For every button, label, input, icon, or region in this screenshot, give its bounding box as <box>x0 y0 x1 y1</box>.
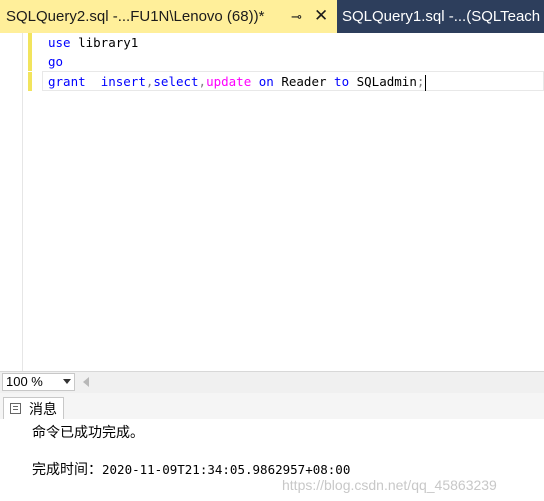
completion-time: 完成时间：2020-11-09T21:34:05.9862957+08:00 <box>32 459 350 479</box>
code-line[interactable]: go <box>48 52 63 72</box>
zoom-value: 100 % <box>6 374 43 389</box>
change-indicator <box>28 33 32 52</box>
zoom-dropdown[interactable]: 100 % <box>2 373 75 391</box>
code-token: go <box>48 54 64 69</box>
code-token: on <box>258 74 274 89</box>
code-token: insert <box>100 74 146 89</box>
query-editor[interactable]: use library1 go grant insert,select,upda… <box>0 33 544 371</box>
close-icon[interactable]: ✕ <box>314 6 328 26</box>
tab-title: SQLQuery2.sql -...FU1N\Lenovo (68))* <box>6 8 265 25</box>
tab-messages[interactable]: 消息 <box>3 397 64 419</box>
code-token: select <box>153 74 199 89</box>
code-token: , <box>198 74 207 89</box>
watermark-text: https://blog.csdn.net/qq_45863239 <box>282 477 497 493</box>
completion-time-value: 2020-11-09T21:34:05.9862957+08:00 <box>102 462 351 477</box>
tab-sqlquery2[interactable]: SQLQuery2.sql -...FU1N\Lenovo (68))* ⊸ ✕ <box>0 0 337 33</box>
success-message: 命令已成功完成。 <box>32 424 144 440</box>
code-token: to <box>334 74 350 89</box>
code-token: Reader <box>273 74 335 89</box>
pin-icon[interactable]: ⊸ <box>291 9 302 25</box>
code-token: ; <box>416 74 425 89</box>
code-token: use <box>48 35 71 50</box>
text-caret <box>425 74 427 91</box>
code-line[interactable]: use library1 <box>48 33 138 53</box>
completion-time-label: 完成时间： <box>32 461 102 477</box>
tab-sqlquery1[interactable]: SQLQuery1.sql -...(SQLTeach <box>337 0 544 33</box>
scroll-left-icon[interactable] <box>83 377 89 387</box>
code-token: grant <box>48 74 86 89</box>
code-token: SQLadmin <box>349 74 417 89</box>
message-icon <box>10 403 21 414</box>
results-tab-strip: 消息 <box>0 393 544 420</box>
tab-title: SQLQuery1.sql -...(SQLTeach <box>342 8 541 25</box>
code-line[interactable]: grant insert,select,update on Reader to … <box>48 72 427 92</box>
editor-margin <box>0 33 23 371</box>
code-token: update <box>206 74 252 89</box>
change-indicator <box>28 72 32 91</box>
document-tab-strip: SQLQuery2.sql -...FU1N\Lenovo (68))* ⊸ ✕… <box>0 0 544 33</box>
tab-messages-label: 消息 <box>29 400 57 417</box>
editor-status-bar: 100 % <box>0 371 544 393</box>
change-indicator <box>28 52 32 71</box>
chevron-down-icon <box>63 379 71 384</box>
code-token: library1 <box>70 35 139 50</box>
